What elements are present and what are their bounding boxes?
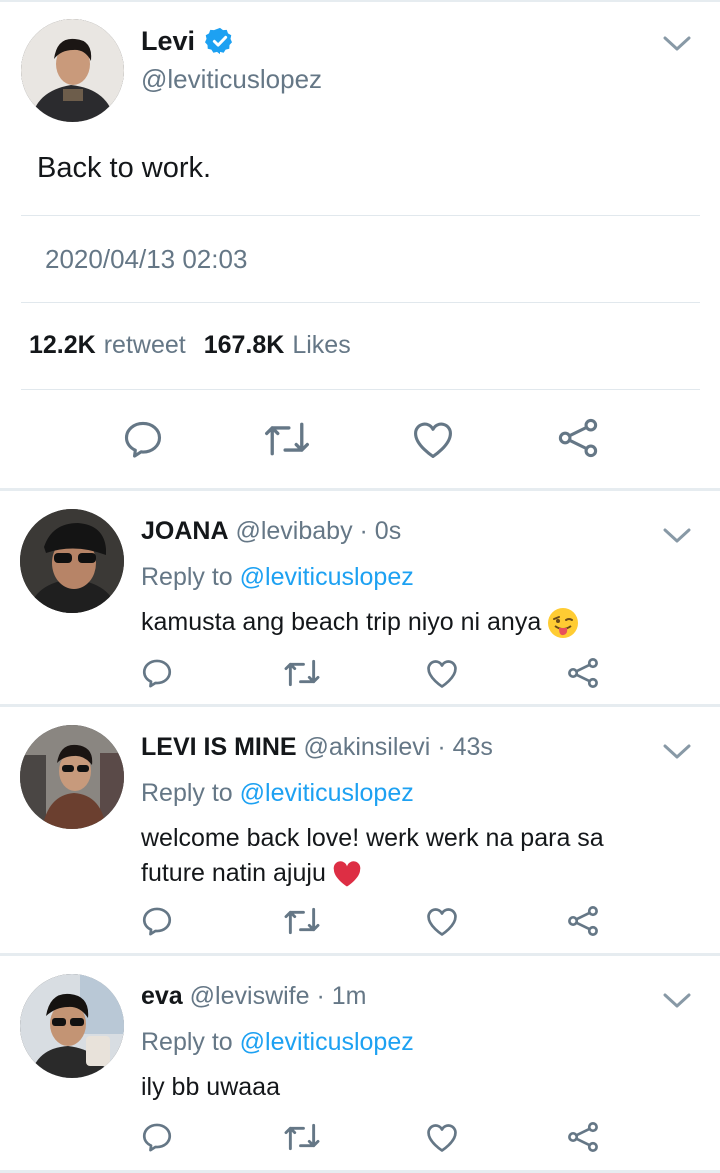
author-name[interactable]: Levi bbox=[141, 26, 195, 57]
avatar[interactable] bbox=[20, 509, 124, 613]
reply-text-body: ily bb uwaaa bbox=[141, 1073, 280, 1101]
like-label[interactable]: Likes bbox=[292, 331, 350, 360]
like-icon[interactable] bbox=[411, 418, 455, 460]
reply-icon[interactable] bbox=[140, 1120, 174, 1154]
reply-text: kamusta ang beach trip niyo ni anya bbox=[141, 605, 681, 640]
chevron-down-icon[interactable] bbox=[663, 992, 691, 1010]
reply-item[interactable]: eva @leviswife · 1m Reply to @leviticusl… bbox=[0, 956, 720, 1170]
divider bbox=[21, 302, 700, 303]
tweet-timestamp: 2020/04/13 02:03 bbox=[45, 244, 248, 274]
reply-header: eva @leviswife · 1m bbox=[141, 982, 366, 1011]
share-icon[interactable] bbox=[566, 656, 600, 690]
reply-to-line: Reply to @leviticuslopez bbox=[141, 563, 414, 592]
avatar[interactable] bbox=[20, 725, 124, 829]
main-tweet: Levi @leviticuslopez Back to work. 2020/… bbox=[0, 0, 720, 490]
like-icon[interactable] bbox=[425, 905, 459, 937]
reply-to-mention[interactable]: @leviticuslopez bbox=[240, 779, 414, 807]
reply-to-label: Reply to bbox=[141, 563, 233, 591]
red-heart-icon bbox=[333, 861, 361, 887]
reply-header: LEVI IS MINE @akinsilevi · 43s bbox=[141, 733, 493, 762]
reply-header: JOANA @levibaby · 0s bbox=[141, 517, 401, 546]
chevron-down-icon[interactable] bbox=[663, 527, 691, 545]
reply-time: · 0s bbox=[359, 517, 402, 545]
share-icon[interactable] bbox=[566, 904, 600, 938]
reply-author-name[interactable]: eva bbox=[141, 982, 183, 1010]
reply-icon[interactable] bbox=[121, 417, 165, 461]
chevron-down-icon[interactable] bbox=[663, 35, 691, 53]
reply-to-label: Reply to bbox=[141, 779, 233, 807]
divider bbox=[21, 215, 700, 216]
reply-to-line: Reply to @leviticuslopez bbox=[141, 779, 414, 808]
reply-text-body: welcome back love! werk werk na para sa … bbox=[141, 824, 604, 887]
retweet-icon[interactable] bbox=[283, 905, 321, 937]
retweet-count[interactable]: 12.2K bbox=[29, 331, 96, 360]
author-handle[interactable]: @leviticuslopez bbox=[141, 64, 322, 95]
reply-text: welcome back love! werk werk na para sa … bbox=[141, 821, 671, 891]
reply-author-handle[interactable]: @akinsilevi bbox=[304, 733, 431, 761]
reply-author-handle[interactable]: @leviswife bbox=[190, 982, 310, 1010]
tweet-stats: 12.2K retweet 167.8K Likes bbox=[29, 331, 369, 360]
reply-to-mention[interactable]: @leviticuslopez bbox=[240, 1028, 414, 1056]
tweet-text: Back to work. bbox=[37, 152, 212, 184]
reply-author-name[interactable]: LEVI IS MINE bbox=[141, 733, 297, 761]
retweet-label[interactable]: retweet bbox=[104, 331, 186, 360]
reply-time: · 43s bbox=[437, 733, 493, 761]
like-icon[interactable] bbox=[425, 657, 459, 689]
like-icon[interactable] bbox=[425, 1121, 459, 1153]
share-icon[interactable] bbox=[566, 1120, 600, 1154]
reply-to-mention[interactable]: @leviticuslopez bbox=[240, 563, 414, 591]
reply-to-label: Reply to bbox=[141, 1028, 233, 1056]
reply-item[interactable]: JOANA @levibaby · 0s Reply to @leviticus… bbox=[0, 491, 720, 704]
share-icon[interactable] bbox=[556, 416, 600, 460]
reply-to-line: Reply to @leviticuslopez bbox=[141, 1028, 414, 1057]
avatar[interactable] bbox=[20, 974, 124, 1078]
divider bbox=[21, 389, 700, 390]
chevron-down-icon[interactable] bbox=[663, 743, 691, 761]
reply-text-body: kamusta ang beach trip niyo ni anya bbox=[141, 608, 542, 636]
reply-author-name[interactable]: JOANA bbox=[141, 517, 229, 545]
reply-text: ily bb uwaaa bbox=[141, 1070, 681, 1105]
like-count[interactable]: 167.8K bbox=[204, 331, 285, 360]
verified-badge-icon bbox=[205, 27, 233, 55]
retweet-icon[interactable] bbox=[283, 657, 321, 689]
retweet-icon[interactable] bbox=[283, 1121, 321, 1153]
avatar[interactable] bbox=[21, 19, 124, 122]
reply-icon[interactable] bbox=[140, 904, 174, 938]
reply-time: · 1m bbox=[316, 982, 367, 1010]
reply-author-handle[interactable]: @levibaby bbox=[235, 517, 352, 545]
winking-tongue-face-icon bbox=[548, 608, 579, 639]
retweet-icon[interactable] bbox=[263, 418, 311, 460]
reply-item[interactable]: LEVI IS MINE @akinsilevi · 43s Reply to … bbox=[0, 707, 720, 953]
reply-icon[interactable] bbox=[140, 656, 174, 690]
